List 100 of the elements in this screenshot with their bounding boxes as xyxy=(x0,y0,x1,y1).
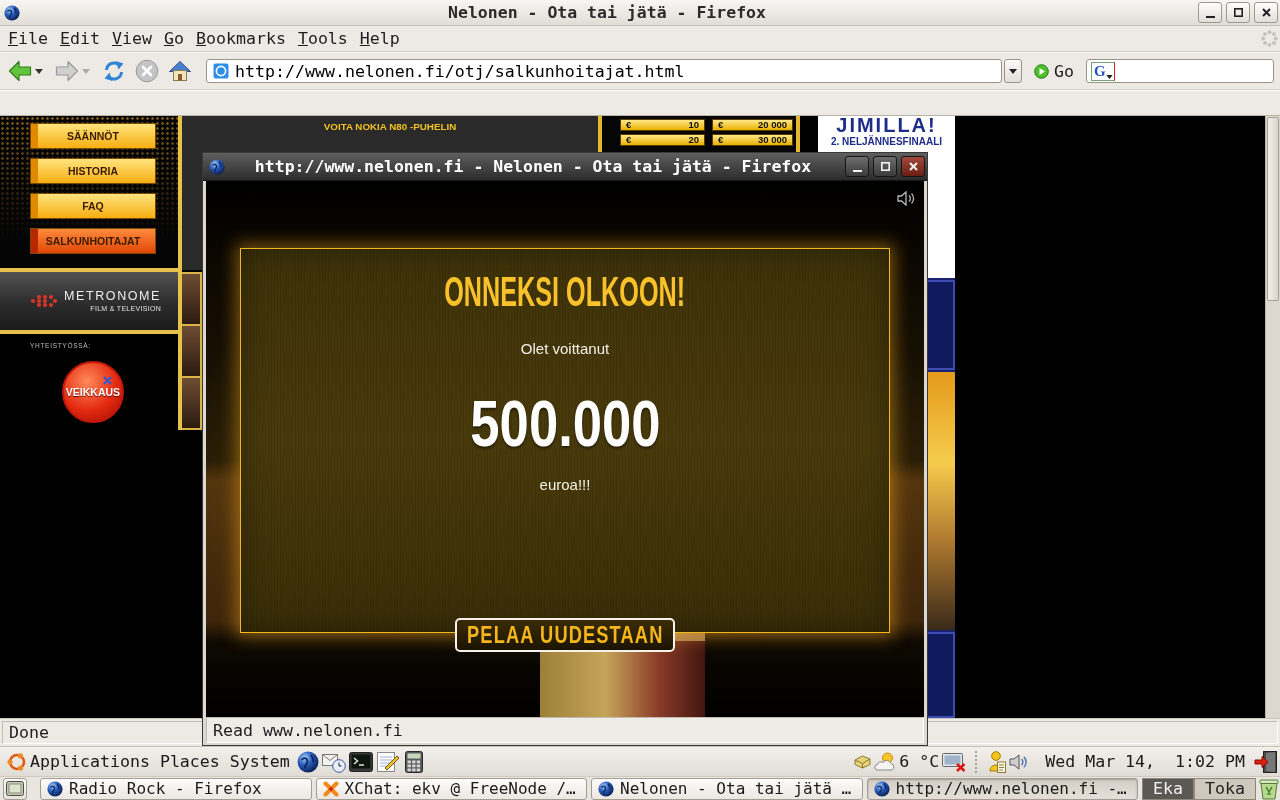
arrow-right-icon xyxy=(55,59,79,83)
calculator-icon[interactable] xyxy=(402,750,425,773)
site-icon xyxy=(213,63,229,79)
caret-icon xyxy=(1009,68,1017,74)
amount-text: 20 xyxy=(688,135,699,145)
caret-icon xyxy=(82,68,90,74)
globe-icon xyxy=(47,780,63,797)
spinner-icon xyxy=(1261,30,1278,47)
globe-icon[interactable] xyxy=(296,750,319,773)
person-note-icon xyxy=(988,750,1007,773)
task-button[interactable]: Nelonen - Ota tai jätä … xyxy=(591,777,863,800)
amount-text: 20 000 xyxy=(757,120,787,130)
nav-link[interactable]: FAQ xyxy=(30,193,156,219)
search-field[interactable]: G xyxy=(1086,59,1274,83)
prize-amount: 500.000 xyxy=(469,391,661,456)
currency-symbol: € xyxy=(626,120,632,130)
menu-item[interactable]: Bookmarks xyxy=(189,28,292,49)
task-button[interactable]: Radio Rock - Firefox xyxy=(40,777,312,800)
nav-link[interactable]: SALKUNHOITAJAT xyxy=(30,228,156,254)
globe-icon xyxy=(209,158,225,175)
logo-text: VEIKKAUS xyxy=(65,386,121,398)
home-button[interactable] xyxy=(168,59,192,83)
house-icon xyxy=(168,59,192,83)
panel-menu[interactable]: Places xyxy=(159,752,220,771)
amount-text: 10 xyxy=(688,120,699,130)
cross-mark-icon xyxy=(322,780,339,797)
status-text: Read www.nelonen.fi xyxy=(213,720,403,740)
play-again-button[interactable]: PELAA UUDESTAAN xyxy=(455,618,675,652)
photo-placeholder xyxy=(182,378,200,428)
terminal-icon[interactable] xyxy=(348,750,373,773)
menu-item[interactable]: Help xyxy=(353,28,406,49)
go-button[interactable]: Go xyxy=(1034,61,1074,81)
menu-item[interactable]: Edit xyxy=(54,28,106,49)
menu-item[interactable]: Go xyxy=(157,28,190,49)
status-text: Done xyxy=(9,723,49,742)
close-button[interactable] xyxy=(901,156,925,177)
panel-menu[interactable]: Applications xyxy=(30,752,150,771)
reload-button[interactable] xyxy=(102,59,126,83)
workspace-button[interactable]: Eka xyxy=(1142,777,1195,800)
globe-icon xyxy=(4,4,20,21)
address-field[interactable]: http://www.nelonen.fi/otj/salkunhoitajat.html xyxy=(206,59,1002,83)
globe-icon xyxy=(598,780,615,797)
url-dropdown-button[interactable] xyxy=(1004,59,1022,83)
currency-symbol: € xyxy=(718,135,724,145)
partner-logo[interactable]: VEIKKAUS xyxy=(62,361,124,423)
result-heading: ONNEKSI OLKOON! xyxy=(444,271,686,313)
amount-text: 30 000 xyxy=(757,135,787,145)
maximize-icon xyxy=(880,162,890,171)
search-engine-button[interactable]: G xyxy=(1091,61,1115,81)
speaker-icon[interactable] xyxy=(897,191,915,206)
arrow-left-icon xyxy=(8,59,32,83)
speaker-icon[interactable] xyxy=(1009,753,1028,770)
maximize-button[interactable] xyxy=(1226,2,1250,23)
notepad-icon[interactable] xyxy=(375,750,400,773)
maximize-icon xyxy=(1233,8,1243,17)
task-button[interactable]: XChat: ekv @ FreeNode /… xyxy=(315,777,588,800)
scrollbar[interactable] xyxy=(1265,116,1280,718)
workspace-button[interactable]: Toka xyxy=(1194,777,1256,800)
minimize-icon xyxy=(852,169,862,172)
close-icon xyxy=(1261,8,1271,17)
ad-subline: 2. NELJÄNNESFINAALI xyxy=(830,136,943,148)
nav-link[interactable]: SÄÄNNÖT xyxy=(30,123,156,149)
back-button[interactable] xyxy=(8,59,32,83)
minimize-button[interactable] xyxy=(1198,2,1222,23)
currency-symbol: € xyxy=(626,135,632,145)
maximize-button[interactable] xyxy=(873,156,897,177)
minimize-button[interactable] xyxy=(845,156,869,177)
show-desktop-button[interactable] xyxy=(3,777,27,800)
task-button[interactable]: http://www.nelonen.fi -… xyxy=(866,777,1139,800)
caret-icon xyxy=(35,68,43,74)
exit-icon[interactable] xyxy=(1254,749,1278,774)
globe-icon xyxy=(873,780,890,797)
window-title: http://www.nelonen.fi - Nelonen - Ota tai jätä - Firefox xyxy=(254,157,812,176)
currency-text: euroa!!! xyxy=(539,476,591,494)
photo-placeholder xyxy=(182,274,200,324)
stop-icon xyxy=(135,59,159,83)
intro-text: Olet voittanut xyxy=(520,340,610,358)
studio-name: METRONOME xyxy=(64,289,162,303)
menu-item[interactable]: View xyxy=(105,28,158,49)
minimize-icon xyxy=(1205,15,1215,18)
trash-icon[interactable] xyxy=(1258,777,1280,800)
desktop-icon xyxy=(6,781,24,796)
currency-symbol: € xyxy=(718,120,724,130)
panel-menu[interactable]: System xyxy=(229,752,290,771)
nav-link[interactable]: HISTORIA xyxy=(30,158,156,184)
scrollbar-thumb[interactable] xyxy=(1267,117,1279,301)
sun-cloud-icon xyxy=(874,752,897,771)
window-title: Nelonen - Ota tai jätä - Firefox xyxy=(448,3,766,22)
close-icon xyxy=(908,162,918,171)
ad-headline: JIMILLA! xyxy=(836,116,937,135)
photo-placeholder xyxy=(182,326,200,376)
x-mark-icon xyxy=(103,376,112,385)
menu-item[interactable]: Tools xyxy=(291,28,354,49)
clock[interactable]: Wed Mar 14, 1:02 PM xyxy=(1045,752,1245,771)
promo-text: VOITA NOKIA N80 -PUHELIN xyxy=(323,121,457,133)
close-button[interactable] xyxy=(1254,2,1278,23)
menu-item[interactable]: File xyxy=(2,28,54,49)
dots-logo-icon xyxy=(30,294,58,308)
play-icon xyxy=(1034,63,1049,79)
package-icon xyxy=(854,754,872,769)
